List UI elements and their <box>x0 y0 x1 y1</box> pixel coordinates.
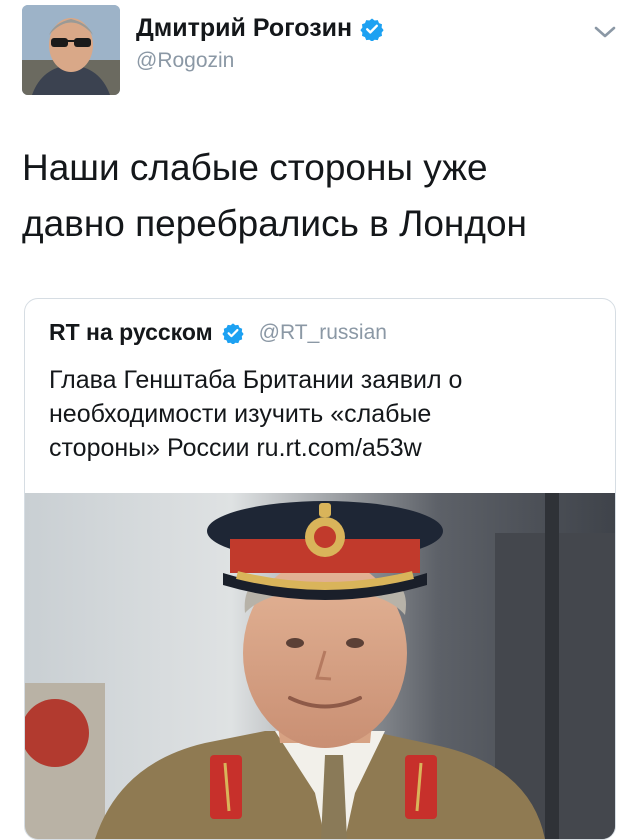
tweet-text-line: Наши слабые стороны уже <box>22 147 488 188</box>
avatar-image <box>22 5 120 95</box>
author-avatar[interactable] <box>22 5 120 95</box>
quoted-text-line: необходимости изучить «слабые <box>49 400 432 428</box>
quoted-text-line: Глава Генштаба Британии заявил о <box>49 366 463 394</box>
quoted-tweet-header: RT на русском @RT_russian <box>49 319 387 346</box>
general-photo <box>25 493 615 839</box>
tweet-author-row: Дмитрий Рогозин <box>136 14 384 43</box>
quoted-text-line: стороны» России ru.rt.com/a53w <box>49 434 422 462</box>
verified-badge-icon <box>222 322 244 344</box>
tweet-text: Наши слабые стороны уже давно перебралис… <box>22 140 622 252</box>
tweet-text-line: давно перебрались в Лондон <box>22 203 527 244</box>
chevron-down-icon[interactable] <box>592 22 618 42</box>
quoted-author-handle[interactable]: @RT_russian <box>259 321 387 345</box>
verified-badge-icon <box>360 17 384 41</box>
quoted-tweet-card[interactable]: RT на русском @RT_russian Глава Генштаба… <box>24 298 616 840</box>
quoted-author-name[interactable]: RT на русском <box>49 319 213 346</box>
quoted-tweet-text: Глава Генштаба Британии заявил о необход… <box>49 363 589 465</box>
author-handle[interactable]: @Rogozin <box>136 49 234 73</box>
quoted-tweet-image[interactable] <box>25 493 615 839</box>
author-display-name[interactable]: Дмитрий Рогозин <box>136 14 352 43</box>
